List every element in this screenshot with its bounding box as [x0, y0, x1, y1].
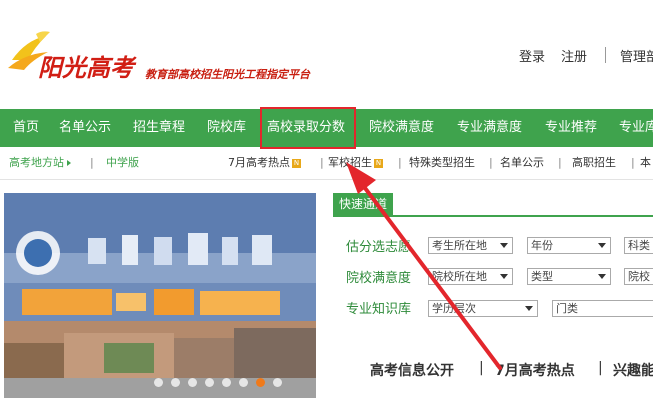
province-select[interactable]: 考生所在地: [428, 237, 513, 254]
sub-nav: 高考地方站 | 中学版 7月高考热点 N | 军校招生 N | 特殊类型招生 | 名…: [0, 149, 653, 180]
hot-topic-label: 7月高考热点: [228, 156, 290, 169]
select-value: 院校: [628, 270, 650, 283]
info-public-link[interactable]: 高考信息公开: [370, 360, 454, 380]
register-link[interactable]: 注册: [561, 46, 587, 65]
quick-panel-tab[interactable]: 快速通道: [333, 193, 393, 215]
select-value: 学历层次: [432, 302, 476, 315]
nav-item-major-satisfaction[interactable]: 专业满意度: [457, 109, 522, 147]
select-value: 门类: [556, 302, 578, 315]
site-logo[interactable]: 阳光高考: [6, 30, 146, 90]
new-badge-icon: N: [292, 158, 301, 168]
hot-topic-link[interactable]: 7月高考热点 N: [228, 149, 301, 177]
site-slogan: 教育部高校招生阳光工程指定平台: [145, 68, 310, 81]
education-level-select[interactable]: 学历层次: [428, 300, 538, 317]
banner-slideshow[interactable]: [4, 193, 316, 398]
slide-dot[interactable]: [171, 378, 180, 387]
select-value: 年份: [531, 239, 553, 252]
logo-text: 阳光高考: [38, 53, 134, 82]
type-select[interactable]: 类型: [527, 268, 611, 285]
subnav-separator: |: [489, 156, 493, 169]
info-interest-link[interactable]: 兴趣能: [613, 360, 653, 380]
subnav-separator: |: [320, 156, 324, 169]
slide-dot[interactable]: [205, 378, 214, 387]
slide-dot[interactable]: [222, 378, 231, 387]
slide-dot[interactable]: [273, 378, 282, 387]
slide-dot[interactable]: [239, 378, 248, 387]
select-value: 科类: [628, 239, 650, 252]
arrow-right-icon: [67, 160, 71, 166]
select-value: 院校所在地: [432, 270, 487, 283]
subnav-separator: |: [558, 156, 562, 169]
college-select[interactable]: 院校: [624, 268, 653, 285]
middle-school-link[interactable]: 中学版: [106, 149, 139, 177]
select-value: 类型: [531, 270, 553, 283]
quick-row-label: 估分选志愿: [346, 240, 412, 255]
slide-dot[interactable]: [188, 378, 197, 387]
nav-item-home[interactable]: 首页: [13, 109, 39, 147]
header-divider: [605, 47, 606, 63]
year-select[interactable]: 年份: [527, 237, 611, 254]
nav-item-major-recommend[interactable]: 专业推荐: [545, 109, 597, 147]
dropdown-arrow-icon: [500, 243, 508, 248]
login-link[interactable]: 登录: [519, 46, 545, 65]
dropdown-arrow-icon: [500, 274, 508, 279]
banner-image: [4, 193, 316, 398]
info-separator: |: [598, 360, 603, 376]
slide-dot[interactable]: [154, 378, 163, 387]
quick-panel-header: 快速通道: [333, 193, 653, 217]
subnav-separator: |: [631, 156, 635, 169]
nav-item-name-list[interactable]: 名单公示: [59, 109, 111, 147]
select-value: 考生所在地: [432, 239, 487, 252]
slide-dot-active[interactable]: [256, 378, 265, 387]
quick-row-label: 专业知识库: [346, 302, 412, 317]
annotation-highlight-box: [260, 107, 356, 149]
more-link[interactable]: 本: [640, 149, 651, 177]
name-list-link[interactable]: 名单公示: [500, 149, 544, 177]
regional-site-link[interactable]: 高考地方站: [9, 149, 71, 177]
admin-link[interactable]: 管理部: [620, 46, 653, 65]
regional-site-label: 高考地方站: [9, 156, 64, 169]
new-badge-icon: N: [374, 158, 383, 168]
subnav-separator: |: [398, 156, 402, 169]
nav-item-college-db[interactable]: 院校库: [207, 109, 246, 147]
quick-row-label: 院校满意度: [346, 271, 412, 286]
subject-select[interactable]: 科类: [624, 237, 653, 254]
college-location-select[interactable]: 院校所在地: [428, 268, 513, 285]
info-separator: |: [479, 360, 484, 376]
nav-item-admission-rules[interactable]: 招生章程: [133, 109, 185, 147]
military-school-label: 军校招生: [328, 156, 372, 169]
subnav-separator: |: [90, 156, 94, 169]
special-admission-link[interactable]: 特殊类型招生: [409, 149, 475, 177]
dropdown-arrow-icon: [525, 306, 533, 311]
dropdown-arrow-icon: [598, 274, 606, 279]
category-select[interactable]: 门类: [552, 300, 653, 317]
vocational-link[interactable]: 高职招生: [572, 149, 616, 177]
nav-item-major-db[interactable]: 专业库: [619, 109, 653, 147]
dropdown-arrow-icon: [598, 243, 606, 248]
info-hot-link[interactable]: 7月高考热点: [495, 360, 575, 380]
nav-item-college-satisfaction[interactable]: 院校满意度: [369, 109, 434, 147]
military-school-link[interactable]: 军校招生 N: [328, 149, 383, 177]
